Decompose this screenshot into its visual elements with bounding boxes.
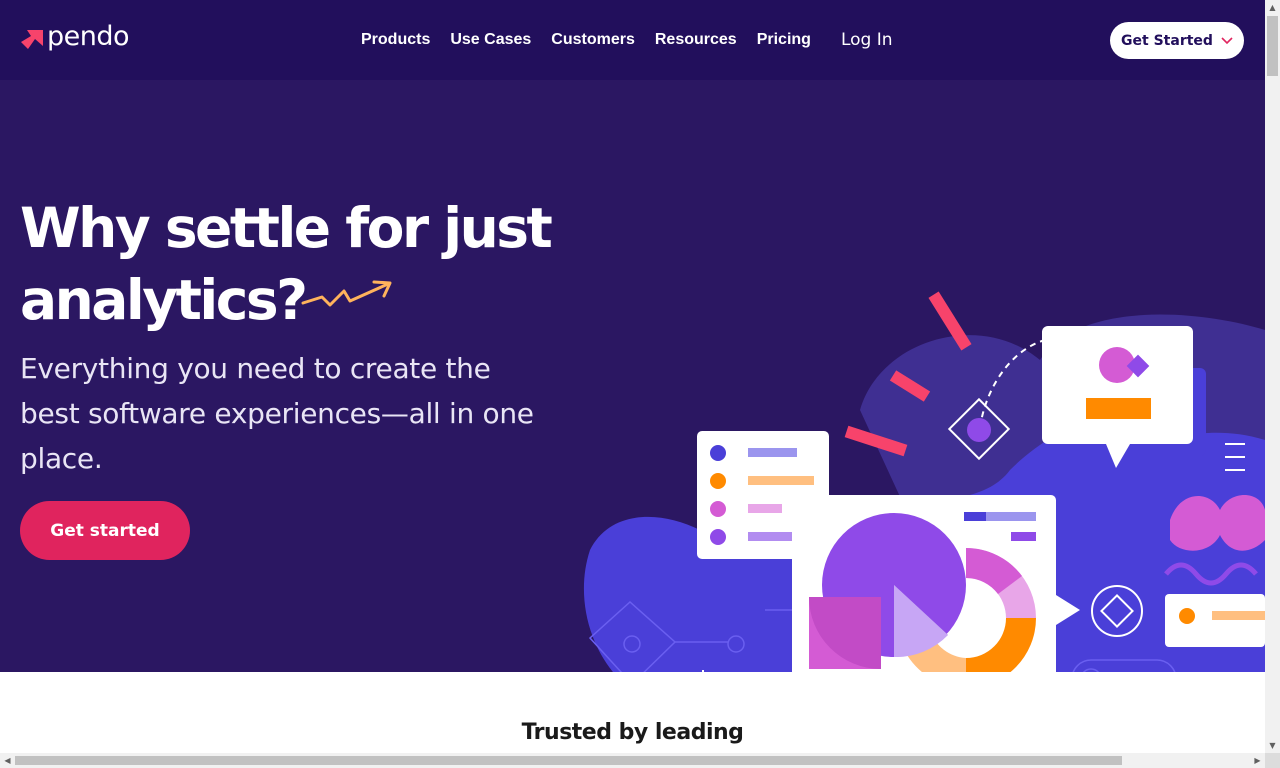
- chevron-down-icon: [1221, 36, 1233, 45]
- pendo-logo[interactable]: pendo: [20, 21, 130, 54]
- nav-products[interactable]: Products: [361, 31, 430, 49]
- hero-subhead: Everything you need to create the best s…: [20, 352, 534, 475]
- vertical-scrollbar[interactable]: [1265, 0, 1280, 753]
- scroll-up-arrow-icon[interactable]: ▲: [1265, 0, 1280, 15]
- top-navigation: pendo Products Use Cases Customers Resou…: [0, 0, 1265, 80]
- scroll-right-arrow-icon[interactable]: ▶: [1250, 753, 1265, 768]
- analytics-illustration: [583, 291, 1265, 672]
- squiggle-arrow-icon: [301, 280, 392, 307]
- pendo-arrow-logo-icon: [21, 30, 43, 49]
- hero-headline: Why settle for just analytics?: [20, 192, 580, 336]
- hero-get-started-button[interactable]: Get started: [20, 501, 190, 560]
- nav-login[interactable]: Log In: [841, 30, 893, 50]
- get-started-dropdown-button[interactable]: Get Started: [1110, 22, 1244, 59]
- scrollbar-corner: [1265, 753, 1280, 768]
- nav-pricing[interactable]: Pricing: [757, 31, 811, 49]
- nav-use-cases[interactable]: Use Cases: [450, 31, 531, 49]
- scroll-down-arrow-icon[interactable]: ▼: [1265, 738, 1280, 753]
- brand-name: pendo: [47, 21, 130, 52]
- trusted-by-heading: Trusted by leading: [521, 720, 744, 745]
- nav-customers[interactable]: Customers: [551, 31, 635, 49]
- nav-resources[interactable]: Resources: [655, 31, 737, 49]
- small-progress-card: [1165, 594, 1265, 647]
- vertical-scroll-thumb[interactable]: [1267, 16, 1278, 76]
- hero-headline-line2: analytics?: [20, 268, 308, 332]
- hero-headline-line1: Why settle for just: [20, 196, 553, 260]
- get-started-label: Get Started: [1121, 32, 1213, 49]
- pie-chart-card: [792, 495, 1080, 672]
- scroll-left-arrow-icon[interactable]: ◀: [0, 753, 15, 768]
- hero-section: Why settle for just analytics? Everythin…: [0, 80, 1265, 672]
- primary-nav: Products Use Cases Customers Resources P…: [361, 28, 913, 52]
- horizontal-scroll-thumb[interactable]: [15, 756, 1122, 765]
